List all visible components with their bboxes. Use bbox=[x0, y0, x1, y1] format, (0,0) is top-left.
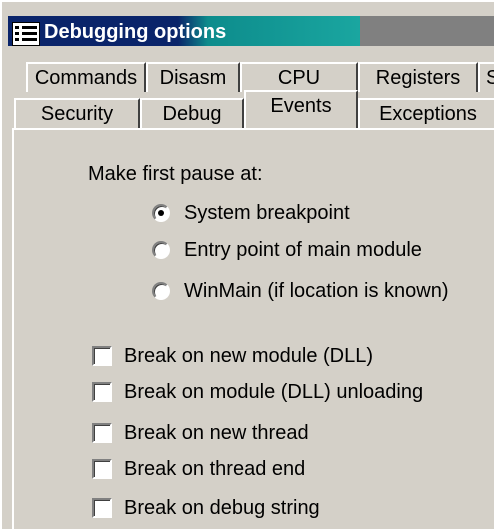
tab-exceptions[interactable]: Exceptions bbox=[358, 98, 494, 128]
radio-entry-point[interactable] bbox=[152, 241, 170, 259]
debugging-options-window: Debugging options Commands Disasm CPU Re… bbox=[0, 0, 494, 531]
tab-cpu[interactable]: CPU bbox=[240, 62, 358, 92]
checkbox-break-module-unloading[interactable] bbox=[92, 382, 112, 402]
radio-system-breakpoint[interactable] bbox=[152, 204, 170, 222]
checkbox-break-new-thread[interactable] bbox=[92, 423, 112, 443]
checkbox-break-debug-string-label[interactable]: Break on debug string bbox=[124, 496, 320, 520]
tab-security[interactable]: Security bbox=[14, 98, 140, 128]
tab-s-truncated[interactable]: S bbox=[478, 62, 494, 92]
tab-debug[interactable]: Debug bbox=[140, 98, 244, 128]
radio-entry-point-label[interactable]: Entry point of main module bbox=[184, 238, 422, 262]
first-pause-heading: Make first pause at: bbox=[88, 163, 263, 185]
checkbox-break-debug-string[interactable] bbox=[92, 498, 112, 518]
checkbox-break-module-unloading-label[interactable]: Break on module (DLL) unloading bbox=[124, 380, 423, 404]
tab-events[interactable]: Events bbox=[244, 90, 358, 128]
radio-winmain-label[interactable]: WinMain (if location is known) bbox=[184, 279, 449, 303]
checkbox-break-thread-end[interactable] bbox=[92, 459, 112, 479]
tab-commands[interactable]: Commands bbox=[26, 62, 146, 92]
radio-selected-dot bbox=[158, 210, 164, 216]
radio-winmain[interactable] bbox=[152, 282, 170, 300]
window-title: Debugging options bbox=[44, 21, 227, 43]
checkbox-break-thread-end-label[interactable]: Break on thread end bbox=[124, 457, 305, 481]
tab-disasm[interactable]: Disasm bbox=[146, 62, 240, 92]
tab-registers[interactable]: Registers bbox=[358, 62, 478, 92]
system-menu-icon[interactable] bbox=[12, 22, 40, 46]
checkbox-break-new-module-label[interactable]: Break on new module (DLL) bbox=[124, 344, 373, 368]
radio-system-breakpoint-label[interactable]: System breakpoint bbox=[184, 201, 350, 225]
checkbox-break-new-thread-label[interactable]: Break on new thread bbox=[124, 421, 309, 445]
checkbox-break-new-module[interactable] bbox=[92, 346, 112, 366]
